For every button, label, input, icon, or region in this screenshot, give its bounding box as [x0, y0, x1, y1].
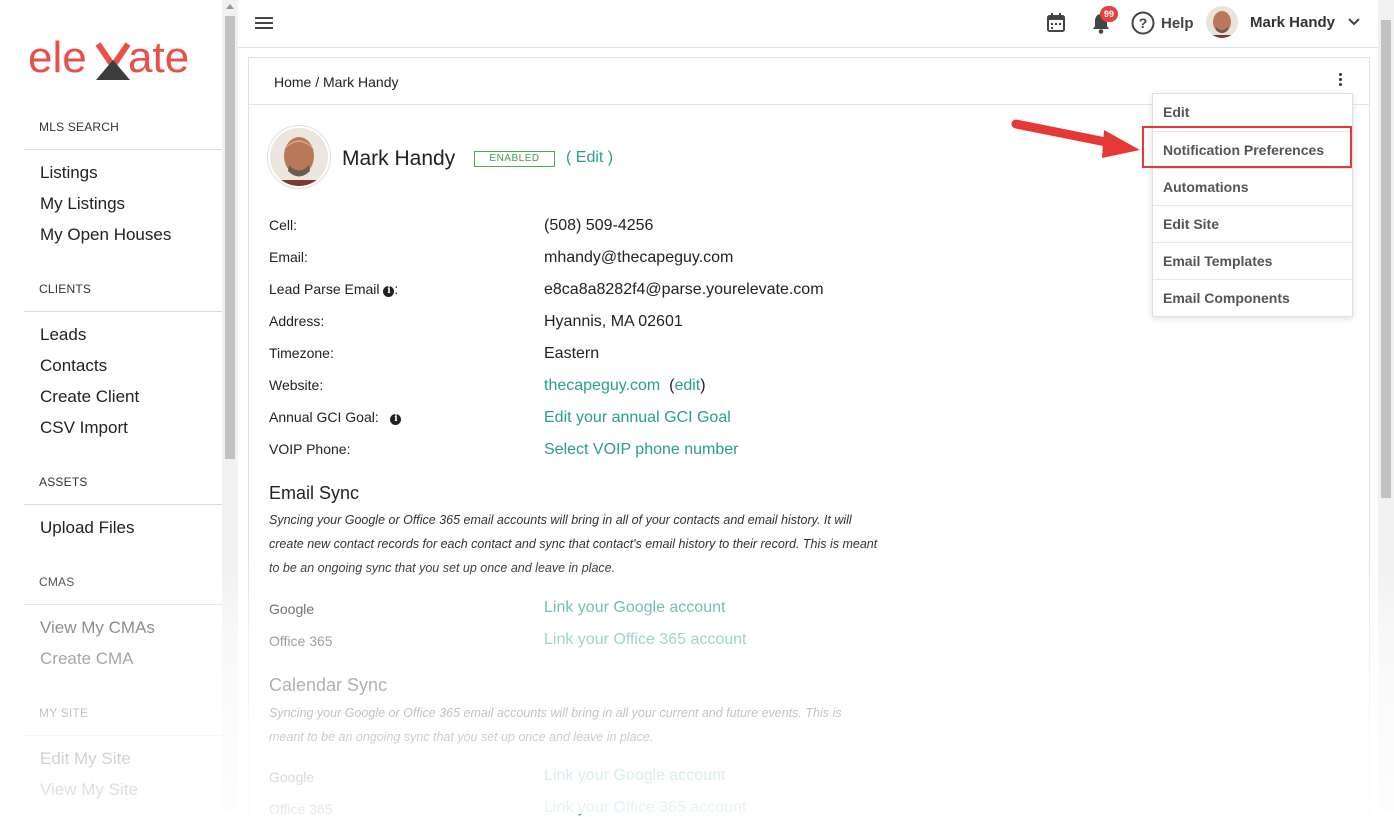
calendar-sync-description: Syncing your Google or Office 365 email …	[269, 706, 842, 744]
email-sync-description: Syncing your Google or Office 365 email …	[269, 513, 878, 575]
sidebar-scrollbar-thumb[interactable]	[225, 16, 235, 459]
sidebar-item-my-listings[interactable]: My Listings	[40, 194, 125, 214]
divider	[24, 604, 222, 605]
website-edit-wrapper: (edit)	[664, 377, 706, 394]
edit-gci-goal-link[interactable]: Edit your annual GCI Goal	[544, 409, 731, 427]
calendar-sync-title: Calendar Sync	[269, 675, 388, 695]
info-icon[interactable]: i	[390, 414, 402, 425]
sidebar-item-upload-files[interactable]: Upload Files	[40, 518, 135, 538]
divider	[24, 311, 222, 312]
sidebar-item-edit-my-site[interactable]: Edit My Site	[40, 749, 131, 769]
profile-name: Mark Handy	[342, 147, 456, 170]
help-circle-icon: ?	[1131, 11, 1155, 35]
website-edit-link[interactable]: edit	[674, 377, 700, 394]
user-menu[interactable]: Mark Handy	[1206, 6, 1361, 38]
label-colon: :	[394, 281, 399, 297]
sidebar-item-listings[interactable]: Listings	[40, 163, 98, 183]
scroll-up-arrow-icon[interactable]	[226, 4, 234, 9]
menu-item-edit-site[interactable]: Edit Site	[1153, 205, 1352, 242]
menu-item-email-components[interactable]: Email Components	[1153, 279, 1352, 316]
calendar-sync-office365-label: Office 365	[269, 801, 333, 817]
section-title-cmas: CMAS	[39, 575, 75, 589]
link-office365-email-link[interactable]: Link your Office 365 account	[544, 631, 747, 649]
field-label-voip-phone: VOIP Phone:	[269, 441, 351, 457]
calendar-icon[interactable]	[1046, 12, 1066, 39]
sidebar-item-create-cma[interactable]: Create CMA	[40, 649, 134, 669]
email-sync-office365-label: Office 365	[269, 633, 333, 649]
more-options-icon[interactable]	[1336, 72, 1344, 88]
divider	[24, 735, 222, 736]
field-value-website: thecapeguy.com (edit)	[544, 377, 706, 395]
page-scrollbar[interactable]	[1378, 0, 1394, 814]
info-icon[interactable]: i	[383, 286, 395, 297]
field-label-annual-gci-goal-text: Annual GCI Goal:	[269, 409, 379, 425]
divider	[24, 149, 222, 150]
page-scrollbar-thumb[interactable]	[1381, 20, 1391, 498]
avatar	[1206, 6, 1238, 38]
email-sync-title: Email Sync	[269, 483, 360, 503]
menu-item-automations[interactable]: Automations	[1153, 168, 1352, 205]
sidebar: ele ate MLS SEARCH Listings My Listings …	[0, 0, 222, 814]
edit-profile-link[interactable]: ( Edit )	[566, 149, 613, 167]
help-button[interactable]: ? Help	[1131, 11, 1194, 35]
sidebar-item-my-open-houses[interactable]: My Open Houses	[40, 225, 171, 245]
field-label-website: Website:	[269, 377, 324, 393]
field-label-cell: Cell:	[269, 217, 298, 233]
svg-text:ele: ele	[28, 33, 87, 82]
status-badge: ENABLED	[474, 151, 555, 167]
svg-text:ate: ate	[128, 33, 189, 82]
field-value-address: Hyannis, MA 02601	[544, 313, 683, 330]
menu-item-email-templates[interactable]: Email Templates	[1153, 242, 1352, 279]
help-label: Help	[1161, 14, 1194, 32]
user-name: Mark Handy	[1250, 13, 1336, 31]
profile-avatar	[268, 126, 330, 188]
sidebar-item-csv-import[interactable]: CSV Import	[40, 418, 128, 438]
sidebar-item-view-my-site[interactable]: View My Site	[40, 780, 138, 800]
email-sync-google-label: Google	[269, 601, 315, 617]
section-title-assets: ASSETS	[39, 475, 88, 489]
divider	[24, 504, 222, 505]
field-label-timezone: Timezone:	[269, 345, 334, 361]
elevate-logo[interactable]: ele ate	[28, 30, 198, 86]
sidebar-item-leads[interactable]: Leads	[40, 325, 86, 345]
notification-count-badge: 99	[1100, 6, 1118, 22]
highlight-box	[1142, 126, 1352, 168]
callout-arrow-icon	[1011, 119, 1140, 158]
calendar-sync-google-label: Google	[269, 769, 315, 785]
field-value-email: mhandy@thecapeguy.com	[544, 249, 734, 266]
top-bar: 99 ? Help Mark Handy	[238, 0, 1378, 48]
sidebar-scrollbar[interactable]	[222, 0, 238, 814]
sidebar-item-contacts[interactable]: Contacts	[40, 356, 107, 376]
field-value-lead-parse-email: e8ca8a8282f4@parse.yourelevate.com	[544, 281, 824, 298]
field-label-address: Address:	[269, 313, 325, 329]
field-label-email: Email:	[269, 249, 308, 265]
field-value-timezone: Eastern	[544, 345, 600, 362]
section-title-my-site: MY SITE	[39, 706, 89, 720]
sidebar-item-view-my-cmas[interactable]: View My CMAs	[40, 618, 155, 638]
svg-text:?: ?	[1139, 15, 1148, 31]
field-label-annual-gci-goal: Annual GCI Goal: i	[269, 409, 402, 425]
chevron-down-icon	[1348, 18, 1360, 26]
link-google-calendar-link[interactable]: Link your Google account	[544, 767, 725, 785]
website-link[interactable]: thecapeguy.com	[544, 377, 660, 394]
link-google-email-link[interactable]: Link your Google account	[544, 599, 725, 617]
hamburger-menu-icon[interactable]	[255, 14, 273, 32]
section-title-mls-search: MLS SEARCH	[39, 120, 120, 134]
breadcrumb: Home / Mark Handy	[274, 74, 399, 90]
section-title-clients: CLIENTS	[39, 282, 92, 296]
select-voip-link[interactable]: Select VOIP phone number	[544, 441, 739, 459]
link-office365-calendar-link[interactable]: Link your Office 365 account	[544, 799, 747, 817]
field-label-lead-parse-email-text: Lead Parse Email	[269, 281, 380, 297]
sidebar-item-create-client[interactable]: Create Client	[40, 387, 139, 407]
field-value-cell: (508) 509-4256	[544, 217, 654, 234]
field-label-lead-parse-email: Lead Parse Email i:	[269, 281, 398, 297]
